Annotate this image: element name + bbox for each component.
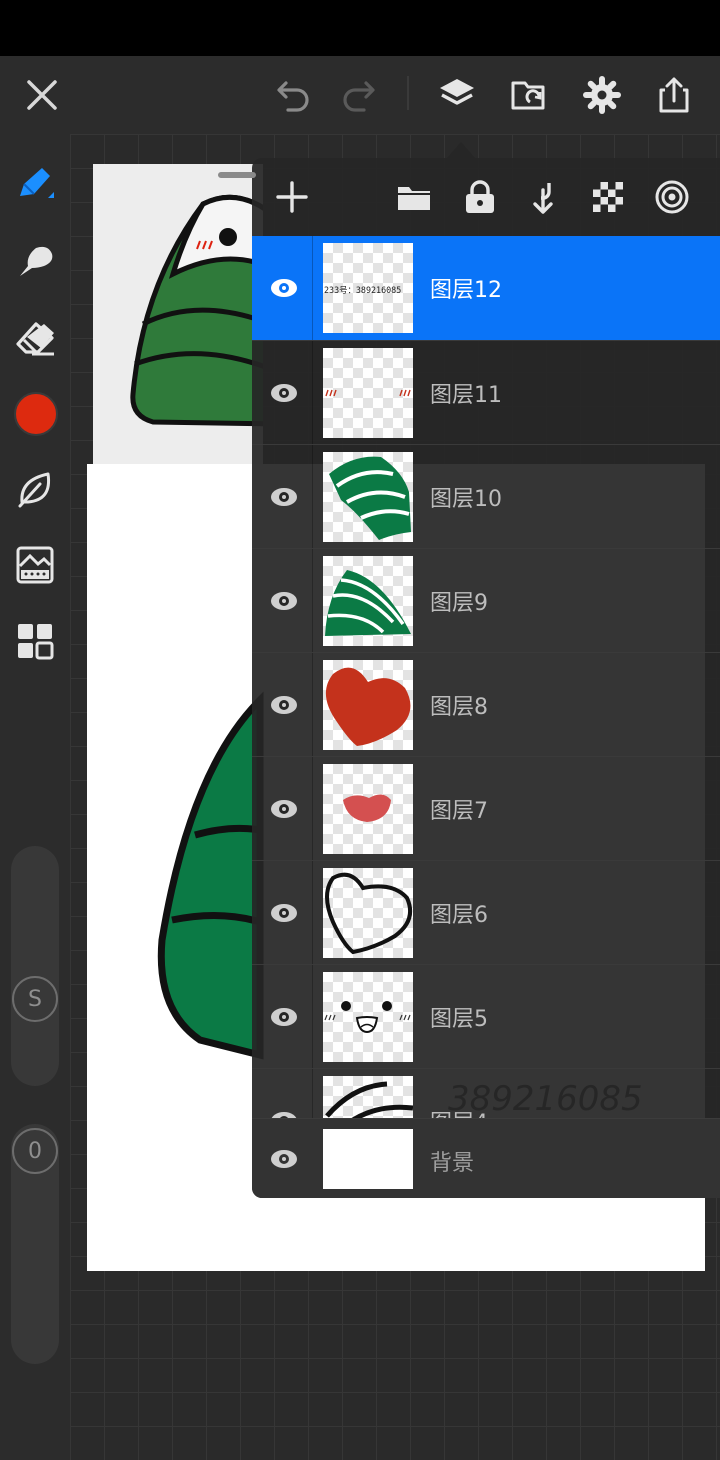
merge-down-icon[interactable]: [521, 174, 567, 220]
layer-thumbnail: [323, 1076, 413, 1118]
layer-row-10[interactable]: 图层10: [252, 444, 720, 549]
row-divider: [312, 757, 313, 861]
eye-icon[interactable]: [266, 687, 302, 723]
layer-row-8[interactable]: 图层8: [252, 652, 720, 757]
layer-row-9[interactable]: 图层9: [252, 548, 720, 653]
layer-row-4[interactable]: 图层4: [252, 1068, 720, 1118]
reference-image: [93, 164, 263, 464]
layer-thumbnail: [323, 348, 413, 438]
row-divider: [312, 445, 313, 549]
layer-row-7[interactable]: 图层7: [252, 756, 720, 861]
leaf-icon[interactable]: [10, 464, 60, 514]
eye-icon[interactable]: [266, 999, 302, 1035]
row-divider: [312, 1069, 313, 1118]
background-layer-name: 背景: [430, 1151, 475, 1176]
layers-panel-toolbar: [252, 158, 720, 236]
layer-name: 图层8: [430, 695, 488, 720]
background-color-thumbnail[interactable]: [323, 1129, 413, 1189]
brush-icon[interactable]: [10, 158, 60, 208]
layers-panel: 233号：389216085 图层12 图层11 图层10 图层9 图层8 图层…: [252, 158, 720, 1198]
row-divider: [312, 861, 313, 965]
add-icon[interactable]: [269, 174, 315, 220]
close-icon[interactable]: [18, 71, 66, 119]
layer-name: 图层12: [430, 278, 502, 303]
grid-apps-icon[interactable]: [10, 616, 60, 666]
redo-icon[interactable]: [334, 71, 382, 119]
lock-icon[interactable]: [457, 174, 503, 220]
eye-icon[interactable]: [266, 583, 302, 619]
tool-sidebar: S 0: [0, 134, 70, 1460]
target-icon[interactable]: [649, 174, 695, 220]
folder-import-icon[interactable]: [506, 71, 554, 119]
layers-icon[interactable]: [433, 71, 481, 119]
layer-thumbnail: [323, 764, 413, 854]
eye-icon[interactable]: [266, 895, 302, 931]
layer-name: 图层11: [430, 383, 502, 408]
layer-name: 图层9: [430, 591, 488, 616]
layers-panel-caret: [447, 142, 475, 158]
top-toolbar: [0, 56, 720, 134]
checker-icon[interactable]: [585, 174, 631, 220]
status-bar: [0, 0, 720, 56]
share-icon[interactable]: [650, 71, 698, 119]
layer-row-12[interactable]: 233号：389216085 图层12: [252, 236, 720, 340]
image-adjust-icon[interactable]: [10, 540, 60, 590]
row-divider: [312, 965, 313, 1069]
row-divider: [312, 341, 313, 445]
eye-icon[interactable]: [266, 791, 302, 827]
layer-name: 图层6: [430, 903, 488, 928]
layer-name: 图层4: [430, 1105, 488, 1118]
eye-icon[interactable]: [266, 375, 302, 411]
panel-drag-handle[interactable]: [218, 172, 256, 178]
layer-thumbnail: [323, 868, 413, 958]
layer-thumbnail: [323, 452, 413, 542]
opacity-slider-knob[interactable]: 0: [12, 1128, 58, 1174]
row-divider: [312, 236, 313, 340]
layer-name: 图层7: [430, 799, 488, 824]
smudge-icon[interactable]: [10, 236, 60, 286]
color-swatch[interactable]: [14, 392, 58, 436]
layer-row-6[interactable]: 图层6: [252, 860, 720, 965]
layer-thumbnail: 233号：389216085: [323, 243, 413, 333]
undo-icon[interactable]: [270, 71, 318, 119]
eraser-icon[interactable]: [10, 312, 60, 362]
toolbar-separator: [407, 76, 409, 110]
zongzi-reference-drawing: [130, 194, 263, 427]
layer-name: 图层10: [430, 487, 502, 512]
eye-icon[interactable]: [266, 270, 302, 306]
brush-size-slider[interactable]: S: [11, 846, 59, 1086]
folder-icon[interactable]: [391, 174, 437, 220]
eye-icon[interactable]: [266, 479, 302, 515]
opacity-slider[interactable]: 0: [11, 1124, 59, 1364]
thumb-watermark-text: 233号：389216085: [324, 285, 401, 295]
size-slider-knob[interactable]: S: [12, 976, 58, 1022]
layer-thumbnail: [323, 660, 413, 750]
gear-icon[interactable]: [578, 71, 626, 119]
background-layer-row[interactable]: 背景: [252, 1118, 720, 1198]
eye-icon[interactable]: [266, 1103, 302, 1118]
eye-icon[interactable]: [266, 1141, 302, 1177]
layer-row-5[interactable]: 图层5: [252, 964, 720, 1069]
layer-row-11[interactable]: 图层11: [252, 340, 720, 445]
layer-thumbnail: [323, 556, 413, 646]
layer-name: 图层5: [430, 1007, 488, 1032]
layer-list[interactable]: 233号：389216085 图层12 图层11 图层10 图层9 图层8 图层…: [252, 236, 720, 1118]
row-divider: [312, 549, 313, 653]
row-divider: [312, 653, 313, 757]
layer-thumbnail: [323, 972, 413, 1062]
